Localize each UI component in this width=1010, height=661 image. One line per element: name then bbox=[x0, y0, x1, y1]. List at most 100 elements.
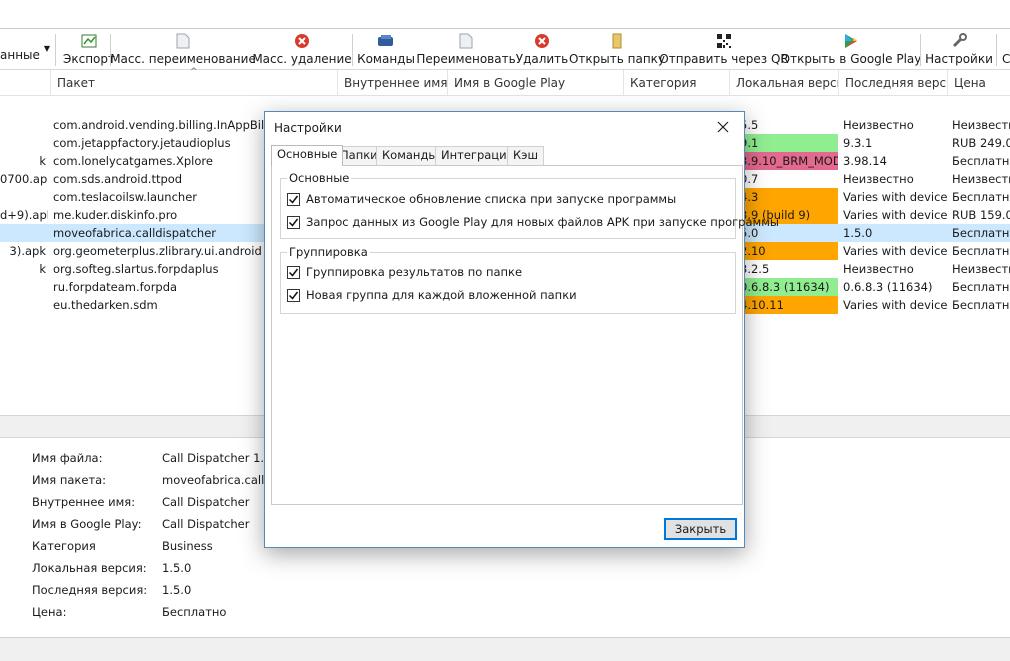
new-group-per-subfolder-label: Новая группа для каждой вложенной папки bbox=[306, 288, 577, 302]
group-title-grouping: Группировка bbox=[287, 245, 370, 259]
auto-refresh-checkbox[interactable]: Автоматическое обновление списка при зап… bbox=[287, 192, 676, 206]
mass-delete-button[interactable]: Масс. удаление bbox=[252, 30, 352, 68]
column-header-local-version[interactable]: Локальная версия bbox=[729, 70, 838, 96]
toolbar-overflow-button[interactable]: С bbox=[1002, 30, 1010, 68]
toolbar: ▼ анные Экспорт Масс. переименование Мас… bbox=[0, 0, 1010, 70]
commands-button[interactable]: Команды bbox=[357, 30, 415, 68]
package-cell: org.geometerplus.zlibrary.ui.android bbox=[53, 244, 262, 258]
local-version-cell: 3.9.10_BRM_MOD bbox=[736, 152, 838, 170]
tab-general[interactable]: Основные bbox=[271, 145, 344, 166]
new-group-per-subfolder-checkbox[interactable]: Новая группа для каждой вложенной папки bbox=[287, 288, 577, 302]
group-title-general: Основные bbox=[287, 171, 352, 185]
price-cell: Бесплатно bbox=[952, 244, 1010, 258]
open-folder-button[interactable]: Открыть папку bbox=[569, 30, 665, 68]
tab-commands[interactable]: Команды bbox=[376, 146, 444, 165]
latest-version-cell: 0.6.8.3 (11634) bbox=[843, 280, 933, 294]
toolbar-label-commands: Команды bbox=[357, 52, 415, 66]
google-play-query-checkbox[interactable]: Запрос данных из Google Play для новых ф… bbox=[287, 215, 779, 229]
dialog-title: Настройки bbox=[274, 121, 342, 135]
latest-version-cell: 1.5.0 bbox=[843, 226, 873, 240]
price-cell: Неизвестно bbox=[952, 262, 1010, 276]
delete-icon bbox=[534, 32, 550, 50]
data-menu-button[interactable]: ▼ анные bbox=[0, 30, 50, 68]
checkbox-checked-icon bbox=[287, 265, 300, 279]
close-button[interactable]: Закрыть bbox=[664, 518, 737, 540]
open-google-play-button[interactable]: Открыть в Google Play bbox=[781, 30, 921, 68]
toolbar-label-export: Экспорт bbox=[62, 52, 116, 66]
package-cell: com.lonelycatgames.Xplore bbox=[53, 154, 213, 168]
settings-dialog: Настройки Основные Папки Команды Интегра… bbox=[264, 111, 779, 548]
local-version-cell: 5.5 bbox=[740, 118, 759, 132]
export-icon bbox=[81, 32, 97, 50]
local-version-cell: 3.2.5 bbox=[740, 262, 770, 276]
detail-label-price: Цена: bbox=[32, 605, 67, 619]
column-header-category[interactable]: Категория bbox=[623, 70, 729, 96]
detail-value-package-name: moveofabrica.calldispatcher bbox=[162, 473, 265, 487]
file-name-cell bbox=[0, 134, 48, 152]
column-header-package[interactable]: Пакет bbox=[50, 70, 335, 96]
toolbar-label-open-folder: Открыть папку bbox=[568, 52, 666, 66]
toolbar-label-delete: Удалить bbox=[515, 52, 569, 66]
settings-button[interactable]: Настройки bbox=[925, 30, 993, 68]
export-button[interactable]: Экспорт bbox=[62, 30, 116, 68]
file-name-cell bbox=[0, 278, 48, 296]
column-header-internal-name[interactable]: Внутреннее имя bbox=[337, 70, 447, 96]
price-cell: Неизвестно bbox=[952, 172, 1010, 186]
column-header-google-play-name[interactable]: Имя в Google Play bbox=[447, 70, 623, 96]
local-version-cell: 4.3 bbox=[736, 188, 838, 206]
package-cell: com.teslacoilsw.launcher bbox=[53, 190, 198, 204]
tab-cache[interactable]: Кэш bbox=[507, 146, 544, 165]
local-version-cell: 2.10 bbox=[736, 242, 838, 260]
toolbar-separator bbox=[996, 34, 997, 66]
delete-button[interactable]: Удалить bbox=[515, 30, 569, 68]
local-version-cell: 0.6.8.3 (11634) bbox=[736, 278, 838, 296]
detail-value-local-version: 1.5.0 bbox=[162, 561, 192, 575]
price-cell: Неизвестно bbox=[952, 118, 1010, 132]
file-name-cell: k bbox=[39, 154, 46, 168]
price-cell: Бесплатно bbox=[952, 226, 1010, 240]
dialog-close-icon[interactable] bbox=[710, 116, 736, 138]
auto-refresh-label: Автоматическое обновление списка при зап… bbox=[306, 192, 677, 206]
wrench-icon bbox=[951, 32, 967, 50]
price-cell: Бесплатно bbox=[952, 280, 1010, 294]
toolbar-label-rename: Переименовать bbox=[416, 52, 516, 66]
file-name-cell bbox=[0, 224, 48, 242]
latest-version-cell: Varies with device bbox=[843, 190, 947, 204]
detail-value-latest-version: 1.5.0 bbox=[162, 583, 192, 597]
latest-version-cell: Неизвестно bbox=[843, 262, 914, 276]
toolbar-separator bbox=[352, 34, 353, 66]
latest-version-cell: 9.3.1 bbox=[843, 136, 873, 150]
send-qr-button[interactable]: Отправить через QR bbox=[659, 30, 789, 68]
column-header-latest-version[interactable]: Последняя версия bbox=[838, 70, 947, 96]
price-cell: Бесплатно bbox=[952, 154, 1010, 168]
toolbar-label-mass-rename: Масс. переименование bbox=[110, 52, 256, 66]
detail-label-file-name: Имя файла: bbox=[32, 451, 103, 465]
rename-button[interactable]: Переименовать bbox=[416, 30, 516, 68]
detail-label-package-name: Имя пакета: bbox=[32, 473, 107, 487]
package-cell: com.jetappfactory.jetaudioplus bbox=[53, 136, 231, 150]
detail-value-internal-name: Call Dispatcher bbox=[162, 495, 250, 509]
toolbar-label-send-qr: Отправить через QR bbox=[659, 52, 789, 66]
price-cell: Бесплатно bbox=[952, 190, 1010, 204]
group-by-folder-checkbox[interactable]: Группировка результатов по папке bbox=[287, 265, 522, 279]
detail-label-google-play-name: Имя в Google Play: bbox=[32, 517, 142, 531]
group-grouping: Группировка Группировка результатов по п… bbox=[280, 245, 736, 314]
toolbar-label-settings: Настройки bbox=[925, 52, 993, 66]
column-header-price[interactable]: Цена bbox=[947, 70, 1010, 96]
latest-version-cell: Неизвестно bbox=[843, 172, 914, 186]
checkbox-checked-icon bbox=[287, 192, 300, 206]
detail-label-latest-version: Последняя версия: bbox=[32, 583, 148, 597]
detail-label-internal-name: Внутреннее имя: bbox=[32, 495, 136, 509]
tab-panel-general: Основные Автоматическое обновление списк… bbox=[271, 165, 779, 505]
mass-rename-button[interactable]: Масс. переименование bbox=[110, 30, 256, 68]
package-cell: eu.thedarken.sdm bbox=[53, 298, 158, 312]
latest-version-cell: 3.98.14 bbox=[843, 154, 887, 168]
package-cell: com.android.vending.billing.InAppBilling… bbox=[53, 118, 265, 132]
package-cell: ru.forpdateam.forpda bbox=[53, 280, 178, 294]
price-cell: Бесплатно bbox=[952, 298, 1010, 312]
file-name-cell: d+9).apk bbox=[0, 208, 48, 222]
google-play-query-label: Запрос данных из Google Play для новых ф… bbox=[306, 215, 779, 229]
document-icon bbox=[176, 32, 190, 50]
toolbar-label-open-google-play: Открыть в Google Play bbox=[780, 52, 922, 66]
toolbar-label-overflow: С bbox=[1002, 52, 1010, 66]
